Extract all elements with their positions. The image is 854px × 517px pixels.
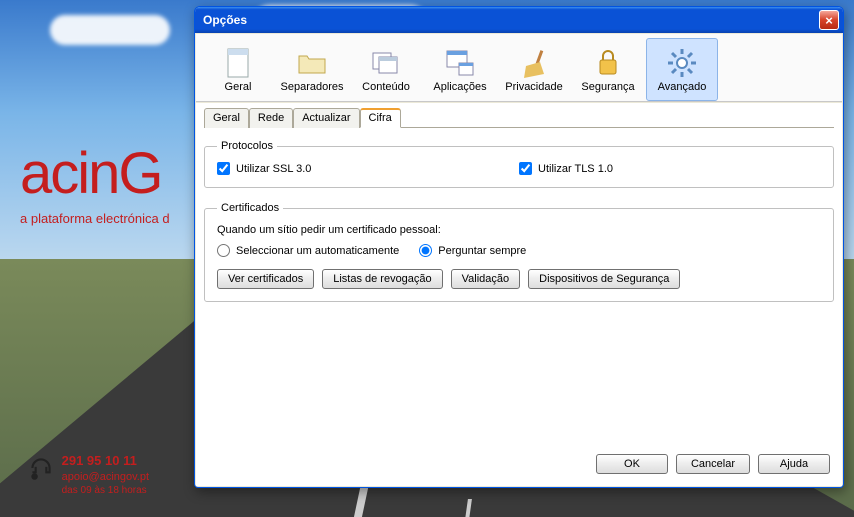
radio-auto[interactable]: Seleccionar um automaticamente bbox=[217, 244, 399, 257]
contact-phone: 291 95 10 11 bbox=[62, 453, 149, 470]
close-icon: × bbox=[825, 13, 833, 28]
toolbar-label: Segurança bbox=[581, 81, 634, 93]
certificados-legend: Certificados bbox=[217, 202, 283, 214]
brand-subtitle: a plataforma electrónica d bbox=[20, 211, 170, 226]
tls-checkbox[interactable]: Utilizar TLS 1.0 bbox=[519, 162, 821, 175]
toolbar-label: Conteúdo bbox=[362, 81, 410, 93]
radio-ask[interactable]: Perguntar sempre bbox=[419, 244, 526, 257]
dialog-titlebar[interactable]: Opções × bbox=[195, 7, 843, 33]
toolbar-aplicacoes[interactable]: Aplicações bbox=[424, 38, 496, 101]
category-toolbar: Geral Separadores Conteúdo Aplicações Pr… bbox=[196, 34, 842, 102]
dialog-title: Opções bbox=[203, 13, 247, 27]
protocolos-legend: Protocolos bbox=[217, 140, 277, 152]
radio-auto-input[interactable] bbox=[217, 244, 230, 257]
ok-button[interactable]: OK bbox=[596, 454, 668, 474]
toolbar-seguranca[interactable]: Segurança bbox=[572, 38, 644, 101]
subtab-cifra[interactable]: Cifra bbox=[360, 108, 401, 128]
toolbar-geral[interactable]: Geral bbox=[202, 38, 274, 101]
ver-certificados-button[interactable]: Ver certificados bbox=[217, 269, 314, 289]
toolbar-label: Geral bbox=[225, 81, 252, 93]
toolbar-label: Avançado bbox=[658, 81, 707, 93]
lock-icon bbox=[592, 47, 624, 79]
contact-email: apoio@acingov.pt bbox=[62, 470, 149, 484]
ssl-label: Utilizar SSL 3.0 bbox=[236, 163, 311, 175]
brand-block: acinG a plataforma electrónica d bbox=[20, 140, 170, 226]
tls-checkbox-input[interactable] bbox=[519, 162, 532, 175]
close-button[interactable]: × bbox=[819, 10, 839, 30]
toolbar-avancado[interactable]: Avançado bbox=[646, 38, 718, 101]
protocolos-group: Protocolos Utilizar SSL 3.0 Utilizar TLS… bbox=[204, 140, 834, 188]
certificados-group: Certificados Quando um sítio pedir um ce… bbox=[204, 202, 834, 302]
toolbar-separadores[interactable]: Separadores bbox=[276, 38, 348, 101]
radio-ask-input[interactable] bbox=[419, 244, 432, 257]
toolbar-privacidade[interactable]: Privacidade bbox=[498, 38, 570, 101]
toolbar-conteudo[interactable]: Conteúdo bbox=[350, 38, 422, 101]
apps-icon bbox=[444, 47, 476, 79]
brand-title: acinG bbox=[20, 140, 170, 207]
dialog-footer: OK Cancelar Ajuda bbox=[204, 446, 834, 478]
cancel-button[interactable]: Cancelar bbox=[676, 454, 750, 474]
validacao-button[interactable]: Validação bbox=[451, 269, 521, 289]
dispositivos-seguranca-button[interactable]: Dispositivos de Segurança bbox=[528, 269, 680, 289]
toolbar-label: Privacidade bbox=[505, 81, 562, 93]
radio-auto-label: Seleccionar um automaticamente bbox=[236, 245, 399, 257]
cloud bbox=[50, 15, 170, 45]
contact-hours: das 09 às 18 horas bbox=[62, 484, 149, 497]
headset-icon bbox=[28, 453, 54, 483]
windows-icon bbox=[370, 47, 402, 79]
dialog-body: Geral Rede Actualizar Cifra Protocolos U… bbox=[196, 103, 842, 486]
gear-icon bbox=[666, 47, 698, 79]
certificados-prompt: Quando um sítio pedir um certificado pes… bbox=[217, 224, 821, 236]
toolbar-label: Separadores bbox=[281, 81, 344, 93]
listas-revogacao-button[interactable]: Listas de revogação bbox=[322, 269, 442, 289]
subtab-bar: Geral Rede Actualizar Cifra bbox=[204, 107, 834, 128]
subtab-geral[interactable]: Geral bbox=[204, 108, 249, 128]
radio-ask-label: Perguntar sempre bbox=[438, 245, 526, 257]
help-button[interactable]: Ajuda bbox=[758, 454, 830, 474]
options-dialog: Opções × Geral Separadores Conteúdo bbox=[194, 6, 844, 488]
broom-icon bbox=[518, 47, 550, 79]
folder-icon bbox=[296, 47, 328, 79]
ssl-checkbox[interactable]: Utilizar SSL 3.0 bbox=[217, 162, 519, 175]
page-icon bbox=[222, 47, 254, 79]
contact-block: 291 95 10 11 apoio@acingov.pt das 09 às … bbox=[28, 453, 149, 497]
toolbar-label: Aplicações bbox=[433, 81, 486, 93]
ssl-checkbox-input[interactable] bbox=[217, 162, 230, 175]
subtab-actualizar[interactable]: Actualizar bbox=[293, 108, 359, 128]
subtab-rede[interactable]: Rede bbox=[249, 108, 293, 128]
tls-label: Utilizar TLS 1.0 bbox=[538, 163, 613, 175]
